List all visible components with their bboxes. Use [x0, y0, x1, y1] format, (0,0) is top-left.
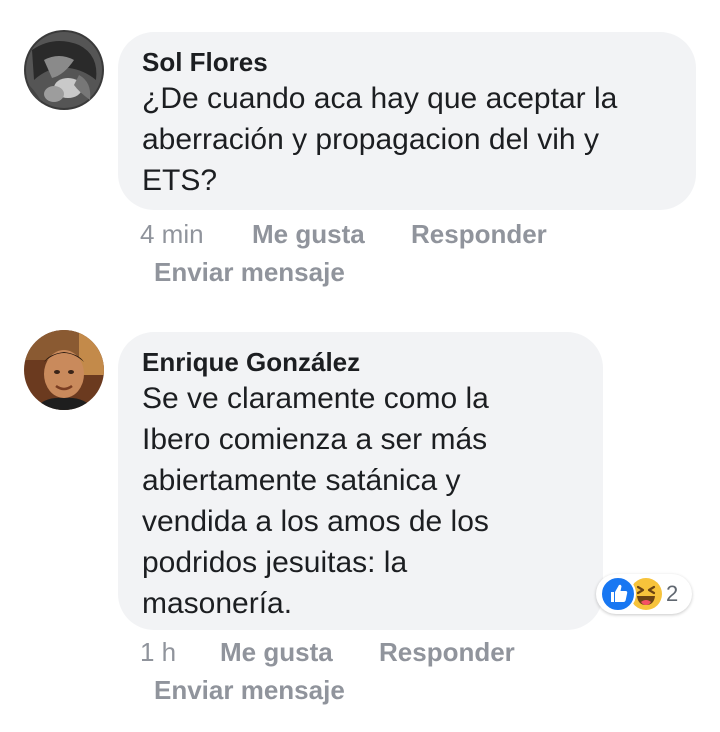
comment-text-line: abiertamente satánica y: [142, 464, 461, 497]
comment-timestamp[interactable]: 4 min: [140, 216, 252, 252]
comment-actions: 4 min Me gusta Responder Enviar mensaje: [140, 216, 547, 287]
comment-text: Se ve claramente como la Ibero comienza …: [142, 378, 579, 624]
comment-text-line: Ibero comienza a ser más: [142, 423, 488, 456]
comment-text-line: vendida a los amos de los: [142, 505, 489, 538]
like-icon: [600, 576, 636, 612]
comment-text: ¿De cuando aca hay que aceptar la aberra…: [142, 78, 672, 201]
comment-text-line: Se ve claramente como la: [142, 382, 489, 415]
comment-text-line: masonería.: [142, 587, 293, 620]
comment-text-line: podridos jesuitas: la: [142, 546, 408, 579]
reactions-summary[interactable]: 2: [596, 574, 692, 614]
comment-text-line: ¿De cuando aca hay que aceptar la: [142, 82, 618, 115]
comment-timestamp[interactable]: 1 h: [140, 634, 220, 670]
comment-enrique-gonzalez: Enrique González Se ve claramente como l…: [0, 328, 720, 732]
send-message-button[interactable]: Enviar mensaje: [154, 254, 345, 290]
comment-author[interactable]: Sol Flores: [142, 46, 672, 78]
comment-text-line: aberración y propagacion del vih y: [142, 123, 599, 156]
comment-sol-flores: Sol Flores ¿De cuando aca hay que acepta…: [0, 0, 720, 300]
like-button[interactable]: Me gusta: [252, 216, 411, 252]
send-message-button[interactable]: Enviar mensaje: [154, 672, 345, 708]
reaction-count: 2: [666, 581, 679, 606]
like-button[interactable]: Me gusta: [220, 634, 379, 670]
comment-author[interactable]: Enrique González: [142, 346, 579, 378]
reply-button[interactable]: Responder: [411, 216, 547, 252]
comment-actions: 1 h Me gusta Responder Enviar mensaje: [140, 634, 515, 705]
avatar[interactable]: [24, 330, 104, 410]
comment-bubble: Sol Flores ¿De cuando aca hay que acepta…: [118, 32, 696, 210]
comment-bubble: Enrique González Se ve claramente como l…: [118, 332, 603, 630]
comment-text-line: ETS?: [142, 164, 218, 197]
reply-button[interactable]: Responder: [379, 634, 515, 670]
avatar[interactable]: [24, 30, 104, 110]
